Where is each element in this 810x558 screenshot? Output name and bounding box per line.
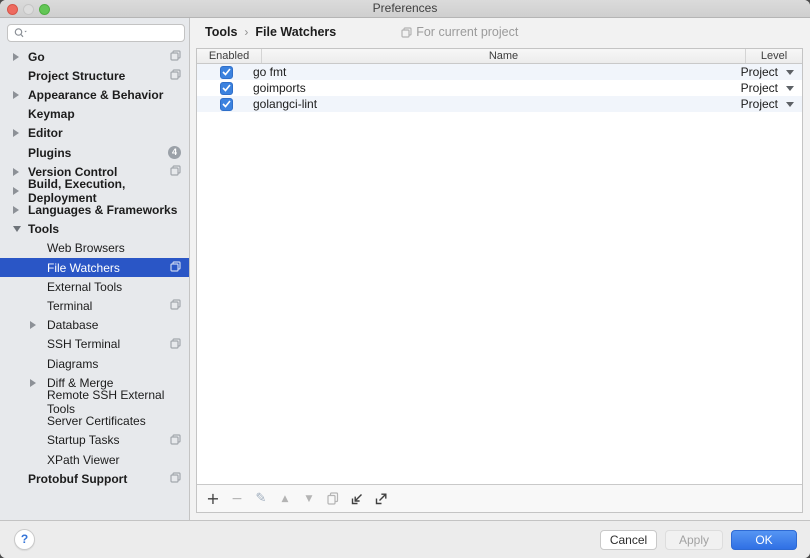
apply-button[interactable]: Apply xyxy=(665,530,723,550)
dialog-footer: ? Cancel Apply OK xyxy=(0,520,810,558)
dropdown-arrow-icon xyxy=(786,102,794,107)
help-button[interactable]: ? xyxy=(14,529,35,550)
breadcrumb-file-watchers: File Watchers xyxy=(255,25,336,39)
chevron-right-icon[interactable] xyxy=(13,129,19,137)
scope-note-label: For current project xyxy=(416,25,518,39)
table-row[interactable]: golangci-lint Project xyxy=(197,96,802,112)
sidebar-item-tools[interactable]: Tools xyxy=(0,220,189,239)
titlebar: Preferences xyxy=(0,0,810,18)
enabled-checkbox[interactable] xyxy=(220,82,233,95)
column-header-enabled: Enabled xyxy=(197,49,262,63)
move-up-button[interactable]: ▲ xyxy=(278,491,292,507)
settings-tree: Go Project Structure Appearance & Behavi… xyxy=(0,47,189,488)
project-scope-icon xyxy=(170,299,181,310)
project-scope-icon xyxy=(401,27,412,38)
search-icon xyxy=(13,27,29,39)
ok-button[interactable]: OK xyxy=(731,530,797,550)
duplicate-watcher-button[interactable] xyxy=(326,491,340,507)
move-down-button[interactable]: ▼ xyxy=(302,491,316,507)
project-scope-icon xyxy=(170,472,181,483)
file-watchers-table: Enabled Name Level go fmt Project goimpo… xyxy=(196,48,803,513)
sidebar-item-editor[interactable]: Editor xyxy=(0,124,189,143)
breadcrumb-separator: › xyxy=(244,25,248,39)
sidebar-item-startup-tasks[interactable]: Startup Tasks xyxy=(0,431,189,450)
table-toolbar: + − ✎ ▲ ▼ xyxy=(197,484,802,512)
sidebar-item-appearance-behavior[interactable]: Appearance & Behavior xyxy=(0,85,189,104)
sidebar-item-web-browsers[interactable]: Web Browsers xyxy=(0,239,189,258)
preferences-window: Preferences Go Project Structure xyxy=(0,0,810,558)
footer-buttons: Cancel Apply OK xyxy=(600,530,797,550)
sidebar-item-project-structure[interactable]: Project Structure xyxy=(0,66,189,85)
chevron-right-icon[interactable] xyxy=(13,91,19,99)
chevron-right-icon[interactable] xyxy=(13,168,19,176)
table-row[interactable]: go fmt Project xyxy=(197,64,802,80)
dropdown-arrow-icon xyxy=(786,86,794,91)
sidebar-item-protobuf-support[interactable]: Protobuf Support xyxy=(0,469,189,488)
edit-watcher-button[interactable]: ✎ xyxy=(254,491,268,507)
project-scope-icon xyxy=(170,50,181,61)
close-window-button[interactable] xyxy=(7,4,18,15)
import-watchers-button[interactable] xyxy=(350,491,364,507)
enabled-checkbox[interactable] xyxy=(220,98,233,111)
export-watchers-button[interactable] xyxy=(374,491,388,507)
project-scope-icon xyxy=(170,165,181,176)
remove-watcher-button[interactable]: − xyxy=(230,491,244,507)
column-header-name: Name xyxy=(262,49,745,63)
table-row[interactable]: goimports Project xyxy=(197,80,802,96)
column-header-level: Level xyxy=(745,49,802,63)
table-header: Enabled Name Level xyxy=(197,49,802,64)
chevron-right-icon[interactable] xyxy=(13,53,19,61)
scope-note: For current project xyxy=(401,25,518,39)
dropdown-arrow-icon xyxy=(786,70,794,75)
sidebar-item-plugins[interactable]: Plugins 4 xyxy=(0,143,189,162)
chevron-right-icon[interactable] xyxy=(30,379,36,387)
project-scope-icon xyxy=(170,434,181,445)
sidebar-item-keymap[interactable]: Keymap xyxy=(0,105,189,124)
level-dropdown[interactable]: Project xyxy=(741,97,794,111)
watcher-name: goimports xyxy=(253,81,306,95)
plugins-update-badge: 4 xyxy=(168,146,181,159)
settings-content-panel: Tools › File Watchers For current projec… xyxy=(190,18,810,520)
enabled-checkbox[interactable] xyxy=(220,66,233,79)
sidebar-item-remote-ssh-external-tools[interactable]: Remote SSH External Tools xyxy=(0,392,189,411)
level-dropdown[interactable]: Project xyxy=(741,81,794,95)
zoom-window-button[interactable] xyxy=(39,4,50,15)
traffic-lights xyxy=(7,4,50,15)
breadcrumb: Tools › File Watchers For current projec… xyxy=(205,25,518,39)
window-title: Preferences xyxy=(0,0,810,17)
sidebar-item-ssh-terminal[interactable]: SSH Terminal xyxy=(0,335,189,354)
add-watcher-button[interactable]: + xyxy=(206,491,220,507)
sidebar-item-database[interactable]: Database xyxy=(0,316,189,335)
minimize-window-button[interactable] xyxy=(23,4,34,15)
sidebar-item-languages-frameworks[interactable]: Languages & Frameworks xyxy=(0,201,189,220)
settings-search-input[interactable] xyxy=(7,24,185,42)
cancel-button[interactable]: Cancel xyxy=(600,530,657,550)
breadcrumb-tools[interactable]: Tools xyxy=(205,25,237,39)
chevron-right-icon[interactable] xyxy=(30,321,36,329)
chevron-right-icon[interactable] xyxy=(13,206,19,214)
chevron-down-icon[interactable] xyxy=(13,226,21,232)
sidebar-item-external-tools[interactable]: External Tools xyxy=(0,277,189,296)
project-scope-icon xyxy=(170,261,181,272)
settings-sidebar: Go Project Structure Appearance & Behavi… xyxy=(0,18,190,520)
sidebar-item-file-watchers[interactable]: File Watchers xyxy=(0,258,189,277)
sidebar-item-go[interactable]: Go xyxy=(0,47,189,66)
sidebar-item-build-execution-deployment[interactable]: Build, Execution, Deployment xyxy=(0,181,189,200)
sidebar-item-diagrams[interactable]: Diagrams xyxy=(0,354,189,373)
project-scope-icon xyxy=(170,338,181,349)
watcher-name: golangci-lint xyxy=(253,97,317,111)
sidebar-item-server-certificates[interactable]: Server Certificates xyxy=(0,412,189,431)
watcher-name: go fmt xyxy=(253,65,286,79)
table-empty-area xyxy=(197,112,802,484)
sidebar-item-xpath-viewer[interactable]: XPath Viewer xyxy=(0,450,189,469)
project-scope-icon xyxy=(170,69,181,80)
level-dropdown[interactable]: Project xyxy=(741,65,794,79)
chevron-right-icon[interactable] xyxy=(13,187,19,195)
sidebar-item-terminal[interactable]: Terminal xyxy=(0,296,189,315)
